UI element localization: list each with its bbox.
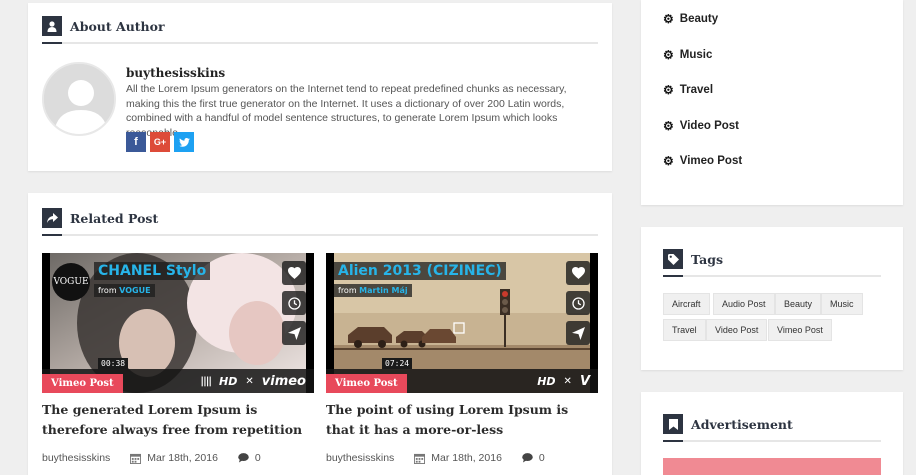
google-plus-icon: G+ xyxy=(153,137,167,147)
gear-icon: ⚙ xyxy=(663,83,674,97)
heart-icon xyxy=(287,267,301,279)
twitter-button[interactable] xyxy=(174,132,194,152)
heart-icon xyxy=(571,267,585,279)
about-author-title: About Author xyxy=(70,18,165,34)
category-badge-2[interactable]: Vimeo Post xyxy=(326,374,407,393)
share-icon xyxy=(42,208,62,236)
google-plus-button[interactable]: G+ xyxy=(150,132,170,152)
send-icon xyxy=(287,326,301,340)
video-player-2[interactable]: Alien 2013 (CIZINEC) from Martin Máj 07:… xyxy=(326,253,598,393)
fullscreen-icon[interactable]: ✕ xyxy=(245,376,253,387)
post-meta-1: buythesisskins Mar 18th, 2016 0 xyxy=(42,452,261,464)
post-date-2: Mar 18th, 2016 xyxy=(431,452,502,464)
gear-icon: ⚙ xyxy=(663,48,674,62)
advertisement-title: Advertisement xyxy=(691,416,793,432)
video-player-1[interactable]: VOGUE CHANEL Stylo from VOGUE 00:38 ||||… xyxy=(42,253,314,393)
category-item-music[interactable]: ⚙ Music xyxy=(663,48,712,62)
video-from-1: from VOGUE xyxy=(94,284,155,297)
category-item-travel[interactable]: ⚙ Travel xyxy=(663,83,713,97)
tags-title: Tags xyxy=(691,251,723,267)
watch-later-button-1[interactable] xyxy=(282,291,306,315)
author-name[interactable]: buythesisskins xyxy=(126,66,225,80)
video-duration-2: 07:24 xyxy=(382,358,413,369)
twitter-icon xyxy=(178,137,190,147)
clock-icon xyxy=(571,296,585,310)
tag-beauty[interactable]: Beauty xyxy=(775,293,822,315)
share-button-2[interactable] xyxy=(566,321,590,345)
post-title-2[interactable]: The point of using Lorem Ipsum is that i… xyxy=(326,400,596,440)
related-post-title: Related Post xyxy=(70,210,159,226)
advertisement-header: Advertisement xyxy=(663,414,881,442)
related-post-header: Related Post xyxy=(42,208,598,236)
video-channel-1[interactable]: VOGUE xyxy=(119,286,150,295)
volume-icon[interactable]: |||| xyxy=(200,376,212,387)
comment-icon xyxy=(522,453,533,463)
video-title-1[interactable]: CHANEL Stylo xyxy=(94,262,211,280)
video-title-2[interactable]: Alien 2013 (CIZINEC) xyxy=(334,262,506,280)
post-date-1: Mar 18th, 2016 xyxy=(147,452,218,464)
post-comments-1[interactable]: 0 xyxy=(255,452,261,464)
category-item-video-post[interactable]: ⚙ Video Post xyxy=(663,119,739,133)
user-icon xyxy=(42,16,62,44)
tag-vimeo-post[interactable]: Vimeo Post xyxy=(768,319,832,341)
clock-icon xyxy=(287,296,301,310)
hd-button-2[interactable]: HD xyxy=(537,375,555,388)
vogue-logo: VOGUE xyxy=(52,263,90,301)
like-button-1[interactable] xyxy=(282,261,306,285)
advertisement-banner[interactable] xyxy=(663,458,881,475)
send-icon xyxy=(571,326,585,340)
video-channel-2[interactable]: Martin Máj xyxy=(359,286,407,295)
post-title-1[interactable]: The generated Lorem Ipsum is therefore a… xyxy=(42,400,312,440)
post-author-2[interactable]: buythesisskins xyxy=(326,452,394,464)
fullscreen-icon[interactable]: ✕ xyxy=(564,376,572,387)
video-duration-1: 00:38 xyxy=(98,358,129,369)
tag-music[interactable]: Music xyxy=(821,293,863,315)
hd-button-1[interactable]: HD xyxy=(219,375,237,388)
vimeo-logo-2[interactable]: V xyxy=(580,374,590,389)
bookmark-icon xyxy=(663,414,683,442)
video-from-2: from Martin Máj xyxy=(334,284,412,297)
author-bio: All the Lorem Ipsum generators on the In… xyxy=(126,83,567,139)
post-comments-2[interactable]: 0 xyxy=(539,452,545,464)
tags-header: Tags xyxy=(663,249,881,277)
gear-icon: ⚙ xyxy=(663,119,674,133)
post-meta-2: buythesisskins Mar 18th, 2016 0 xyxy=(326,452,545,464)
watch-later-button-2[interactable] xyxy=(566,291,590,315)
tag-audio-post[interactable]: Audio Post xyxy=(713,293,775,315)
tag-icon xyxy=(663,249,683,277)
category-item-beauty[interactable]: ⚙ Beauty xyxy=(663,12,718,26)
facebook-icon: f xyxy=(134,136,138,148)
avatar xyxy=(42,62,116,136)
gear-icon: ⚙ xyxy=(663,154,674,168)
post-author-1[interactable]: buythesisskins xyxy=(42,452,110,464)
tag-travel[interactable]: Travel xyxy=(663,319,706,341)
categories-widget xyxy=(641,0,903,205)
tag-video-post[interactable]: Video Post xyxy=(706,319,768,341)
category-badge-1[interactable]: Vimeo Post xyxy=(42,374,123,393)
calendar-icon xyxy=(414,453,426,464)
vimeo-logo-1[interactable]: vimeo xyxy=(262,374,306,389)
like-button-2[interactable] xyxy=(566,261,590,285)
comment-icon xyxy=(238,453,249,463)
calendar-icon xyxy=(130,453,142,464)
tag-aircraft[interactable]: Aircraft xyxy=(663,293,710,315)
facebook-button[interactable]: f xyxy=(126,132,146,152)
about-author-header: About Author xyxy=(42,16,598,44)
category-item-vimeo-post[interactable]: ⚙ Vimeo Post xyxy=(663,154,742,168)
share-button-1[interactable] xyxy=(282,321,306,345)
gear-icon: ⚙ xyxy=(663,12,674,26)
